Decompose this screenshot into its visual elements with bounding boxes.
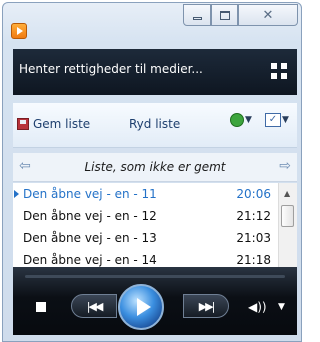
list-item[interactable]: Den åbne vej - en - 14 21:18 [13,249,277,267]
minimize-button[interactable] [183,4,211,26]
close-icon: ✕ [262,7,274,23]
play-button[interactable] [118,284,164,330]
chevron-down-icon[interactable]: ▼ [278,302,285,312]
save-list-button[interactable]: Gem liste [17,117,90,131]
previous-icon: |◀◀ [86,299,104,313]
save-icon [17,118,29,130]
list-item[interactable]: Den åbne vej - en - 12 21:12 [13,205,277,227]
chevron-down-icon: ▼ [245,115,252,125]
playlist-toolbar: Gem liste Ryd liste ▼ ✓ ▼ [13,103,297,148]
volume-icon[interactable]: ◀)) [248,300,267,314]
list-name: Liste, som ikke er gemt [84,160,226,174]
scrollbar-thumb[interactable] [281,205,294,227]
playlist-list: Den åbne vej - en - 11 20:06 Den åbne ve… [13,183,297,267]
title-bar[interactable]: ✕ [3,3,301,47]
next-icon: ▶▶| [198,299,216,313]
track-duration: 21:18 [236,253,271,267]
clear-list-button[interactable]: Ryd liste [129,117,180,131]
seek-bar[interactable] [25,275,285,278]
list-item[interactable]: Den åbne vej - en - 13 21:03 [13,227,277,249]
track-duration: 21:03 [236,231,271,245]
track-title: Den åbne vej - en - 14 [23,253,157,267]
wmp-window: ✕ Henter rettigheder til medier... Gem l… [2,2,302,342]
previous-button[interactable]: |◀◀ [71,294,117,318]
stop-button[interactable] [36,302,46,312]
list-navigation-bar: ⇦ Liste, som ikke er gemt ⇨ [13,153,297,182]
track-duration: 21:12 [236,209,271,223]
forward-arrow-icon[interactable]: ⇨ [279,158,291,174]
playlist-scrollbar[interactable]: ▲ [278,183,297,267]
switch-view-icon[interactable] [271,63,287,79]
save-list-label: Gem liste [33,117,91,131]
next-button[interactable]: ▶▶| [183,294,229,318]
playback-controls: |◀◀ ▶▶| ◀)) ▼ [13,267,297,335]
track-title: Den åbne vej - en - 13 [23,231,157,245]
scroll-up-icon[interactable]: ▲ [284,189,290,198]
minimize-icon [192,16,202,20]
chevron-down-icon: ▼ [282,115,289,125]
playlist-options-button[interactable]: ✓ ▼ [265,113,289,127]
track-title: Den åbne vej - en - 12 [23,209,157,223]
status-text: Henter rettigheder til medier... [19,62,203,76]
track-duration: 20:06 [236,187,271,201]
close-button[interactable]: ✕ [238,4,298,26]
media-player-app-icon[interactable] [11,23,27,39]
list-item[interactable]: Den åbne vej - en - 11 20:06 [13,183,277,205]
list-options-icon [230,113,244,127]
status-header: Henter rettigheder til medier... [13,49,297,95]
maximize-button[interactable] [211,4,238,26]
checklist-icon: ✓ [265,113,281,127]
now-playing-indicator-icon [14,190,19,198]
list-options-button[interactable]: ▼ [230,113,252,127]
track-title: Den åbne vej - en - 11 [23,187,157,201]
maximize-icon [219,10,230,20]
